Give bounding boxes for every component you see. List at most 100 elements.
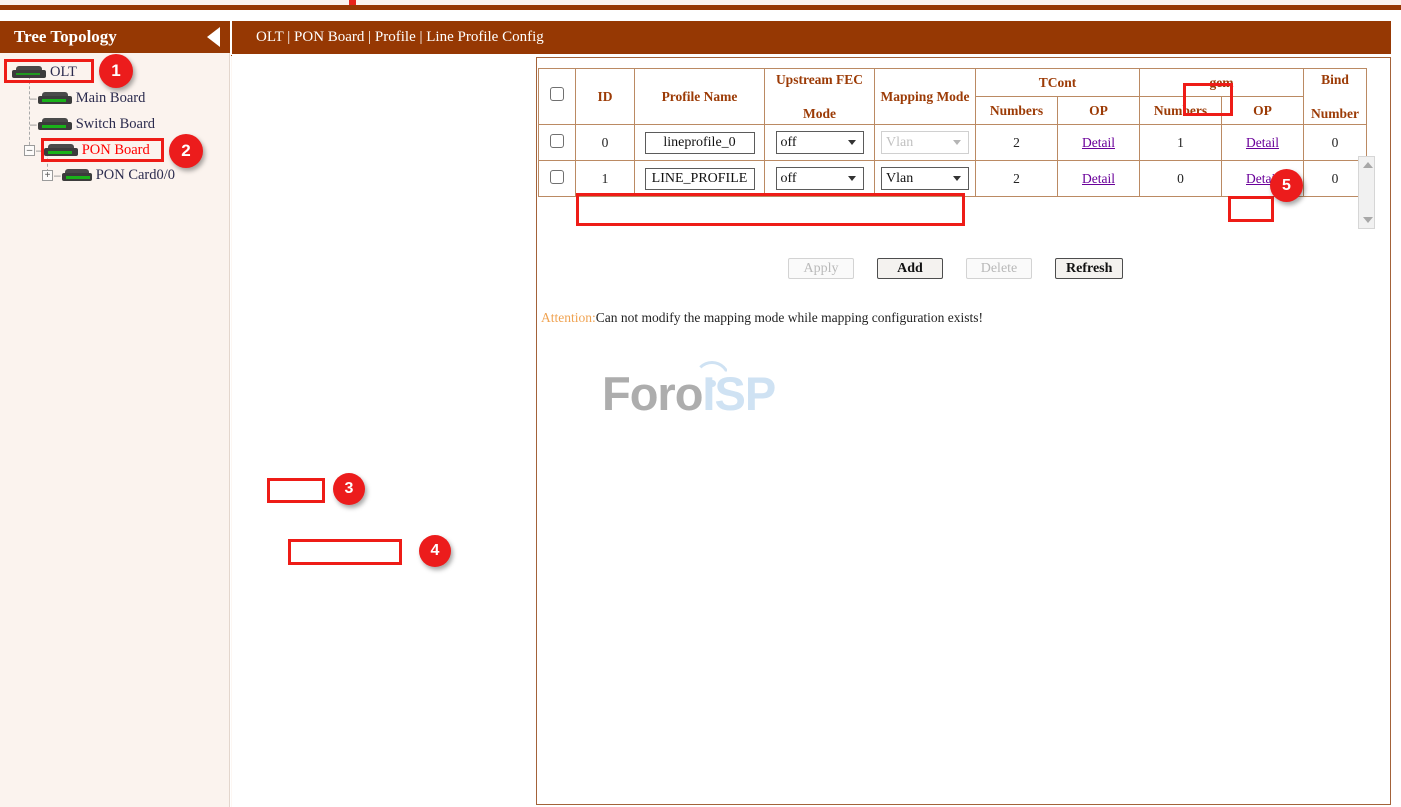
mapping-select-wrap: Vlan: [881, 131, 969, 154]
col-mapping-mode: Mapping Mode: [875, 69, 976, 125]
tree-topology-body: OLT – Main Board – Switch Board –: [0, 53, 230, 807]
tree-node-label: OLT: [48, 64, 79, 81]
row-tcont-numbers: 2: [976, 161, 1058, 197]
row-profile-name-cell: [635, 161, 765, 197]
fec-select-wrap: off: [776, 167, 864, 190]
device-icon: [62, 169, 92, 181]
tree-node-label: Main Board: [74, 90, 148, 107]
tree-branch-dash: –: [29, 117, 38, 131]
col-bind-line1: Bind: [1305, 70, 1365, 90]
col-tcont-group: TCont: [976, 69, 1140, 97]
row-fec-cell: off: [765, 125, 875, 161]
mapping-mode-select[interactable]: Vlan: [881, 167, 969, 190]
content-area: OLT | PON Board | Profile | Line Profile…: [232, 21, 1391, 807]
col-gem-group: gem: [1140, 69, 1304, 97]
scroll-down-icon[interactable]: [1363, 217, 1373, 223]
refresh-button[interactable]: Refresh: [1055, 258, 1123, 279]
table-header-row: ID Profile Name Upstream FEC Mode Mappin…: [539, 69, 1367, 97]
row-tcont-op-cell: Detail: [1058, 125, 1140, 161]
row-checkbox[interactable]: [550, 134, 564, 148]
tree-expander-expand-icon[interactable]: +: [42, 170, 53, 181]
device-icon: [38, 92, 72, 104]
tree-node-main-board[interactable]: – Main Board: [29, 87, 147, 109]
collapse-panel-icon[interactable]: [207, 27, 220, 47]
col-gem-numbers: Numbers: [1140, 97, 1222, 125]
col-profile-name: Profile Name: [635, 69, 765, 125]
tree-node-label: PON Card0/0: [94, 167, 177, 184]
tree-node-pon-card[interactable]: + – PON Card0/0: [42, 164, 177, 186]
tree-branch-dash: –: [53, 168, 62, 182]
tcont-detail-link[interactable]: Detail: [1082, 135, 1115, 150]
row-mapping-cell: Vlan: [875, 125, 976, 161]
action-button-row: Apply Add Delete Refresh: [788, 258, 1123, 279]
tree-branch-dash: –: [29, 91, 38, 105]
table-scrollbar[interactable]: [1358, 156, 1375, 229]
device-icon: [44, 144, 78, 156]
row-fec-cell: off: [765, 161, 875, 197]
table-row: 0 off: [539, 125, 1367, 161]
upstream-fec-mode-select[interactable]: off: [776, 131, 864, 154]
row-id: 1: [576, 161, 635, 197]
annotation-badge-4: 4: [419, 535, 451, 567]
row-id: 0: [576, 125, 635, 161]
row-select-cell: [539, 161, 576, 197]
annotation-badge-5: 5: [1270, 169, 1303, 202]
col-upstream-fec-mode: Upstream FEC Mode: [765, 69, 875, 125]
foroisp-watermark: ForoISP: [602, 358, 787, 418]
mapping-select-wrap: Vlan: [881, 167, 969, 190]
col-tcont-numbers: Numbers: [976, 97, 1058, 125]
tree-topology-header: Tree Topology: [0, 21, 230, 53]
annotation-badge-1: 1: [99, 54, 133, 88]
row-tcont-op-cell: Detail: [1058, 161, 1140, 197]
scroll-up-icon[interactable]: [1363, 162, 1373, 168]
select-all-checkbox[interactable]: [550, 87, 564, 101]
tree-node-olt[interactable]: OLT: [12, 61, 79, 83]
tree-expander-collapse-icon[interactable]: –: [24, 145, 35, 156]
col-upstream-fec-line1: Upstream FEC: [766, 70, 873, 90]
delete-button[interactable]: Delete: [966, 258, 1032, 279]
line-profile-table: ID Profile Name Upstream FEC Mode Mappin…: [538, 68, 1367, 197]
row-gem-numbers: 1: [1140, 125, 1222, 161]
col-upstream-fec-line2: Mode: [766, 104, 873, 124]
fec-select-wrap: off: [776, 131, 864, 154]
tree-node-label: PON Board: [80, 142, 152, 159]
row-gem-numbers: 0: [1140, 161, 1222, 197]
apply-button[interactable]: Apply: [788, 258, 854, 279]
table-row: 1 off: [539, 161, 1367, 197]
col-bind-line2: Number: [1305, 104, 1365, 124]
upstream-fec-mode-select[interactable]: off: [776, 167, 864, 190]
device-icon: [38, 118, 72, 130]
col-id: ID: [576, 69, 635, 125]
tree-node-switch-board[interactable]: – Switch Board: [29, 113, 157, 135]
tree-node-label: Switch Board: [74, 116, 157, 133]
col-gem-op: OP: [1222, 97, 1304, 125]
row-mapping-cell: Vlan: [875, 161, 976, 197]
row-gem-op-cell: Detail: [1222, 125, 1304, 161]
row-profile-name-cell: [635, 125, 765, 161]
mapping-mode-select[interactable]: Vlan: [881, 131, 969, 154]
attention-text: Can not modify the mapping mode while ma…: [596, 310, 983, 325]
watermark-text-part2: ISP: [702, 367, 775, 420]
breadcrumb: OLT | PON Board | Profile | Line Profile…: [232, 21, 1391, 54]
tree-node-pon-board[interactable]: – – PON Board: [24, 139, 152, 161]
watermark-text-part1: Foro: [602, 367, 702, 420]
profile-name-input[interactable]: [645, 132, 755, 154]
row-checkbox[interactable]: [550, 170, 564, 184]
tree-topology-title: Tree Topology: [14, 27, 117, 47]
tcont-detail-link[interactable]: Detail: [1082, 171, 1115, 186]
row-select-cell: [539, 125, 576, 161]
row-tcont-numbers: 2: [976, 125, 1058, 161]
application-window: Tree Topology OLT – Main Board: [0, 0, 1401, 807]
top-strip-white: [0, 10, 1401, 21]
col-bind-number: Bind Number: [1304, 69, 1367, 125]
select-all-header: [539, 69, 576, 125]
add-button[interactable]: Add: [877, 258, 943, 279]
annotation-badge-3: 3: [333, 473, 365, 505]
device-icon: [12, 66, 46, 78]
gem-detail-link[interactable]: Detail: [1246, 135, 1279, 150]
profile-name-input[interactable]: [645, 168, 755, 190]
tree-branch-dash: –: [35, 143, 44, 157]
col-tcont-op: OP: [1058, 97, 1140, 125]
breadcrumb-text: OLT | PON Board | Profile | Line Profile…: [256, 29, 544, 46]
annotation-badge-2: 2: [169, 134, 203, 168]
